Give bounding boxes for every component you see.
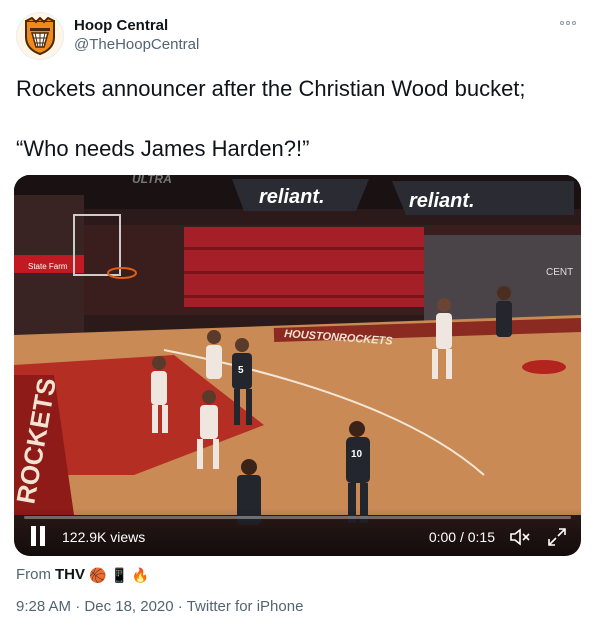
tweet-header: Hoop Central @TheHoopCentral [16,10,579,60]
tweet-text: Rockets announcer after the Christian Wo… [16,74,579,164]
small-sign: State Farm [28,262,68,271]
arena-sign: CENT [546,267,573,278]
dot-icon [572,21,576,25]
source-prefix: From [16,566,51,583]
video-time: 0:00 / 0:15 [428,529,495,545]
separator: · [75,598,81,615]
dot-icon [560,21,564,25]
basketball-shield-logo-icon [25,17,55,55]
video-controls: 122.9K views 0:00 / 0:15 [14,508,581,556]
pause-icon [31,526,36,546]
expand-icon[interactable] [547,527,567,547]
basketball-emoji-icon: 🏀 [89,567,107,583]
jersey-number-5: 5 [238,365,244,376]
tweet-date[interactable]: Dec 18, 2020 [84,598,173,615]
top-sign: ULTRA [132,175,172,186]
sponsor-left: reliant. [259,186,325,208]
author-names: Hoop Central @TheHoopCentral [74,16,199,55]
tweet-time[interactable]: 9:28 AM [16,598,71,615]
tweet-client[interactable]: Twitter for iPhone [187,598,304,615]
tweet-line-2: “Who needs James Harden?!” [16,136,310,161]
view-count: 122.9K views [62,529,146,545]
tweet-line-1: Rockets announcer after the Christian Wo… [16,76,526,101]
phone-emoji-icon: 📱 [110,567,128,583]
more-options-button[interactable] [557,16,579,30]
avatar[interactable] [16,12,64,60]
sponsor-right: reliant. [409,190,475,212]
source-name[interactable]: THV [55,565,85,585]
display-name[interactable]: Hoop Central [74,16,199,35]
handle[interactable]: @TheHoopCentral [74,35,199,55]
mute-icon[interactable] [509,527,531,547]
pause-button[interactable] [30,526,46,546]
tweet-metadata: 9:28 AM · Dec 18, 2020 · Twitter for iPh… [16,597,303,617]
jersey-number-10: 10 [351,449,363,460]
fire-emoji-icon: 🔥 [131,567,150,583]
video-progress-bar[interactable] [24,516,571,519]
source-attribution: From THV 🏀 📱 🔥 [16,565,149,585]
separator: · [177,598,183,615]
video-frame: reliant. reliant. ULTRA CENT State Farm … [14,175,581,525]
video-player[interactable]: reliant. reliant. ULTRA CENT State Farm … [14,175,581,556]
dot-icon [566,21,570,25]
